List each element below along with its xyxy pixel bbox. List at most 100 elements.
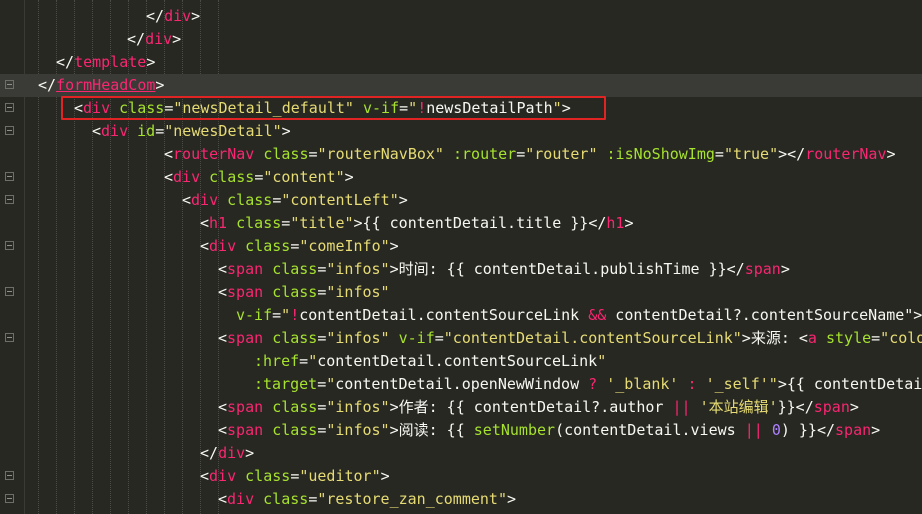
code-line[interactable]: <div class="contentLeft">: [0, 189, 922, 212]
code-line[interactable]: <span class="infos">阅读: {{ setNumber(con…: [0, 419, 922, 442]
code-line[interactable]: <span class="infos": [0, 281, 922, 304]
code-token: class: [263, 145, 309, 163]
code-token: >: [780, 260, 790, 278]
code-token: <: [218, 260, 228, 278]
code-token: div: [209, 467, 237, 485]
code-token: <: [218, 283, 228, 301]
code-token: "comeInfo": [299, 237, 390, 255]
code-line[interactable]: <h1 class="title">{{ contentDetail.title…: [0, 212, 922, 235]
code-line[interactable]: <span class="infos" v-if="contentDetail.…: [0, 327, 922, 350]
code-token: ) }}</: [780, 421, 836, 439]
code-line[interactable]: <routerNav class="routerNavBox" :router=…: [0, 143, 922, 166]
code-line[interactable]: <div class="restore_zan_comment">: [0, 488, 922, 511]
code-token: >: [245, 444, 255, 462]
code-token: </: [38, 76, 57, 94]
code-token: "infos": [326, 329, 390, 347]
code-token: class: [236, 214, 282, 232]
code-line[interactable]: </formHeadCom>: [0, 74, 922, 97]
code-token: >: [172, 30, 182, 48]
code-token: =: [290, 467, 300, 485]
fold-toggle-icon[interactable]: [5, 172, 14, 181]
code-line[interactable]: :href="contentDetail.contentSourceLink": [0, 350, 922, 373]
code-token: <: [164, 145, 174, 163]
code-token: class: [272, 260, 318, 278]
code-token: class: [272, 398, 318, 416]
code-token: >来源: <: [741, 329, 808, 347]
code-token: <: [218, 490, 228, 508]
code-text: <h1 class="title">{{ contentDetail.title…: [200, 212, 634, 235]
code-text: </div>: [200, 442, 254, 465]
code-token: span: [227, 283, 264, 301]
fold-toggle-icon[interactable]: [5, 471, 14, 480]
code-token: ?: [588, 375, 598, 393]
code-token: span: [227, 260, 264, 278]
code-token: "infos": [326, 398, 390, 416]
code-line[interactable]: </template>: [0, 51, 922, 74]
code-token: style: [825, 329, 872, 347]
fold-toggle-icon[interactable]: [5, 80, 14, 89]
code-text: <div id="newesDetail">: [92, 120, 291, 143]
fold-toggle-icon[interactable]: [5, 126, 14, 135]
code-token: >: [398, 191, 408, 209]
code-token: "colo: [880, 329, 922, 347]
code-line[interactable]: <div id="newesDetail">: [0, 120, 922, 143]
code-line[interactable]: </div>: [0, 28, 922, 51]
fold-toggle-icon[interactable]: [5, 195, 14, 204]
code-token: span: [813, 398, 850, 416]
code-line[interactable]: </div>: [0, 442, 922, 465]
code-line[interactable]: <span class="infos">作者: {{ contentDetail…: [0, 396, 922, 419]
code-text: <span class="infos">作者: {{ contentDetail…: [218, 396, 859, 419]
fold-toggle-icon[interactable]: [5, 103, 14, 112]
code-line[interactable]: <div class="comeInfo">: [0, 235, 922, 258]
code-token: =: [281, 214, 291, 232]
code-token: =: [290, 237, 300, 255]
fold-toggle-icon[interactable]: [5, 494, 14, 503]
code-token: "newesDetail": [164, 122, 282, 140]
code-token: =: [254, 168, 264, 186]
code-line[interactable]: v-if="!contentDetail.contentSourceLink &…: [0, 304, 922, 327]
code-line[interactable]: <div class="ueditor">: [0, 465, 922, 488]
code-line[interactable]: <span class="infos">时间: {{ contentDetail…: [0, 258, 922, 281]
fold-toggle-icon[interactable]: [5, 241, 14, 250]
code-token: div: [101, 122, 129, 140]
code-token: ": [768, 375, 778, 393]
code-token: routerNav: [173, 145, 255, 163]
code-token: a: [807, 329, 817, 347]
code-token: setNumber: [473, 421, 556, 439]
code-token: "router": [525, 145, 598, 163]
code-token: <: [164, 168, 174, 186]
code-token: ||: [672, 398, 691, 416]
code-token: >: [380, 467, 390, 485]
code-editor[interactable]: </div> </div> </template> </formHeadCom> <di…: [0, 0, 922, 514]
code-token: v-if: [398, 329, 435, 347]
code-token: "infos": [326, 283, 390, 301]
code-token: >{{ contentDetail: [777, 375, 922, 393]
fold-toggle-icon[interactable]: [5, 333, 14, 342]
code-line[interactable]: </div>: [0, 5, 922, 28]
code-token: =: [308, 145, 318, 163]
code-text: :target="contentDetail.openNewWindow ? '…: [254, 373, 922, 396]
code-token: :target: [254, 375, 318, 393]
code-line[interactable]: :target="contentDetail.openNewWindow ? '…: [0, 373, 922, 396]
code-token: </: [200, 444, 219, 462]
code-line[interactable]: <div class="content">: [0, 166, 922, 189]
code-token: class: [209, 168, 255, 186]
fold-toggle-icon[interactable]: [5, 287, 14, 296]
code-text: <div class="contentLeft">: [182, 189, 408, 212]
code-token: <: [218, 329, 228, 347]
code-token: contentDetail.contentSourceLink: [299, 306, 589, 324]
code-token: <: [182, 191, 192, 209]
code-token: span: [227, 398, 264, 416]
code-token: "contentDetail.contentSourceLink": [443, 329, 742, 347]
code-token: contentDetail.contentSourceLink: [317, 352, 598, 370]
code-token: >: [389, 237, 399, 255]
code-token: span: [227, 329, 264, 347]
